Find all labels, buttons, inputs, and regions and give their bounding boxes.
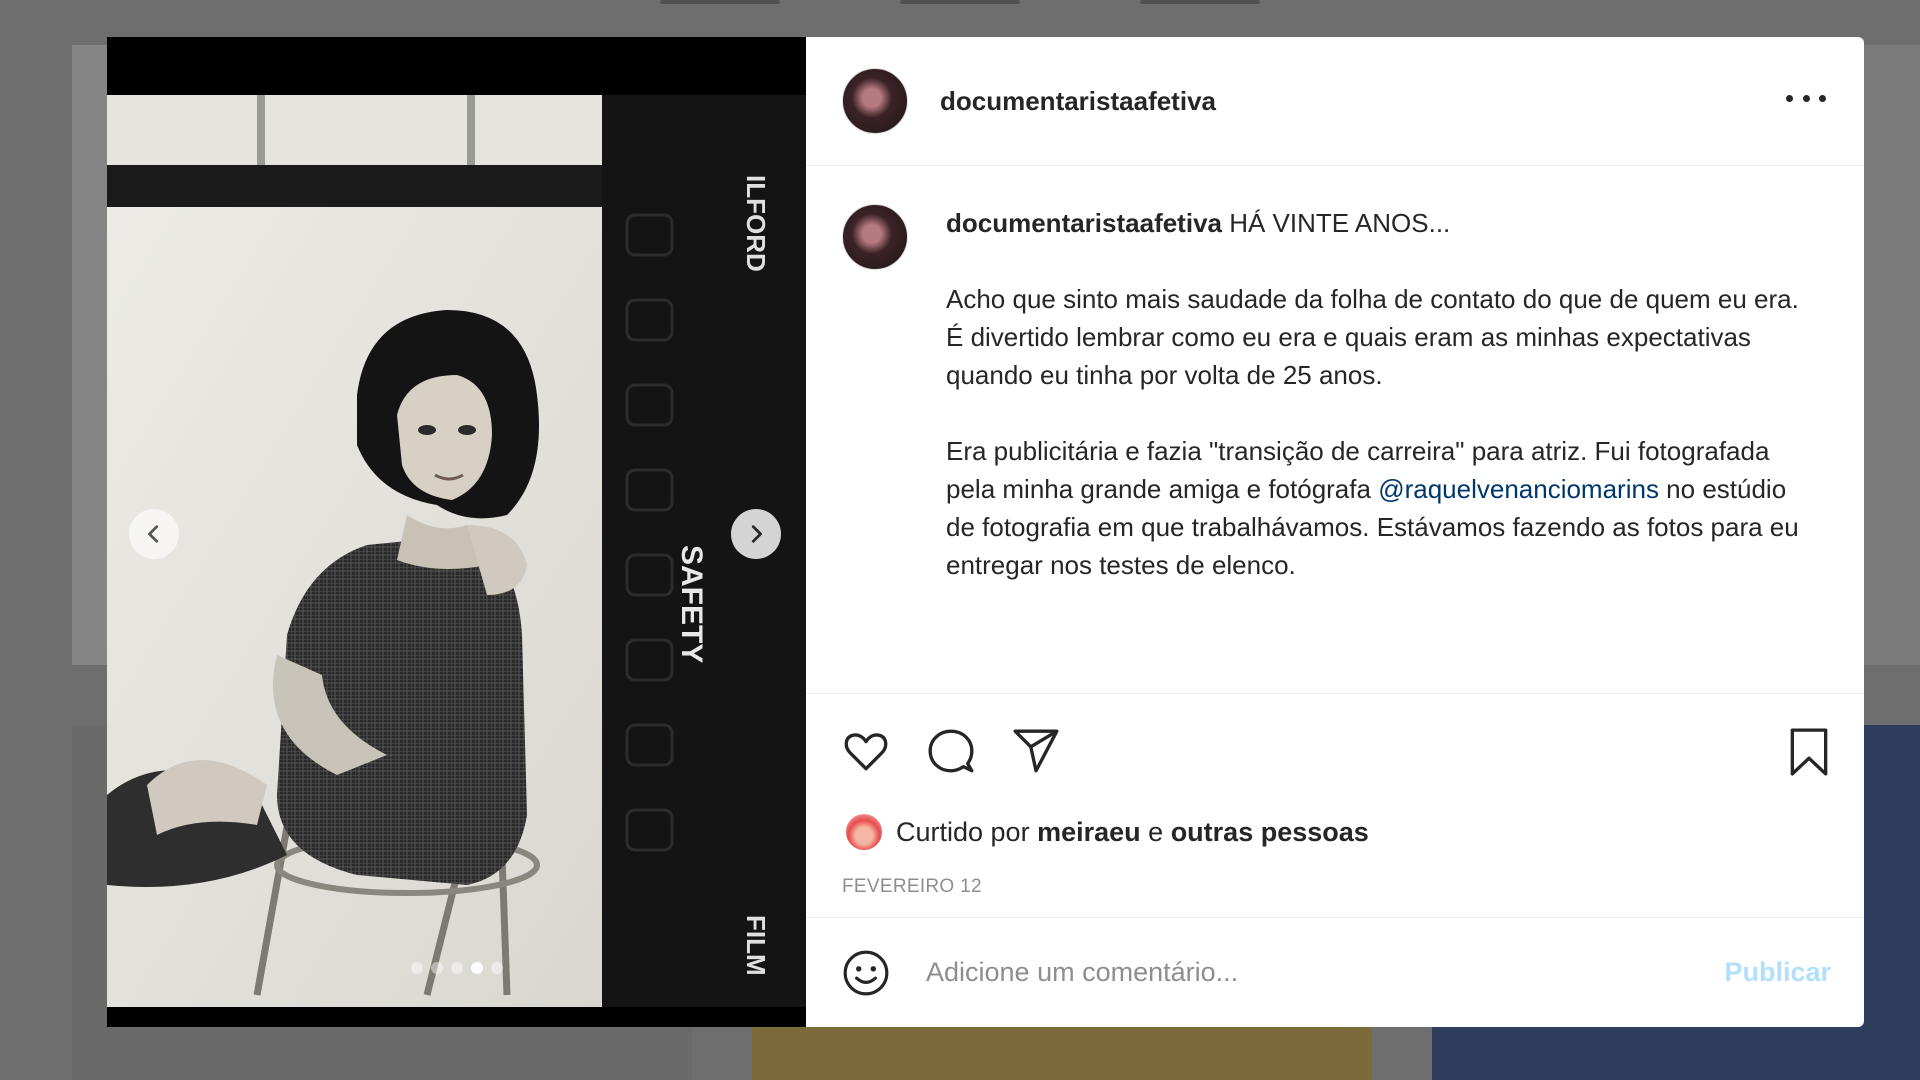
carousel-prev-button[interactable] [129,509,179,559]
publish-button[interactable]: Publicar [1724,957,1831,988]
comment-input[interactable] [926,957,1725,988]
emoji-button[interactable] [840,947,892,999]
post-details-panel: documentaristaafetiva documentaristaafet… [806,37,1864,1027]
more-options-icon [1786,94,1793,102]
background-post-tile [752,1027,1372,1080]
comment-form: Publicar [806,917,1864,1027]
carousel-dot [431,962,443,974]
chevron-right-icon [751,525,762,543]
caption-username[interactable]: documentaristaafetiva [946,208,1222,238]
profile-tabs-background [0,0,1920,14]
post-caption: documentaristaafetiva HÁ VINTE ANOS... A… [806,166,1864,693]
carousel-dot-active [471,962,483,974]
emoji-icon [843,950,889,995]
share-button[interactable] [1010,725,1062,777]
mention-link[interactable]: @raquelvenanciomarins [1378,474,1659,504]
bookmark-icon [1790,728,1828,776]
chevron-left-icon [148,525,159,543]
carousel-dot [411,962,423,974]
post-date[interactable]: FEVEREIRO 12 [806,857,1864,917]
comment-button[interactable] [925,725,977,777]
film-edge-text-top: ILFORD [741,175,771,272]
liker-username[interactable]: meiraeu [1037,817,1141,848]
post-media: ILFORD SAFETY FILM [107,37,806,1027]
save-button[interactable] [1784,726,1834,778]
caption-paragraph-1: Acho que sinto mais saudade da folha de … [946,284,1799,390]
send-icon [1013,729,1059,772]
caption-title: HÁ VINTE ANOS... [1229,208,1451,238]
carousel-dot [451,962,463,974]
more-options-button[interactable] [1786,83,1826,113]
film-edge-text-mid: SAFETY [675,545,708,663]
post-modal: ILFORD SAFETY FILM documentaristaafetiva… [107,37,1864,1027]
liker-avatar[interactable] [844,812,884,852]
caption-author-avatar[interactable] [842,204,908,270]
heart-icon [844,732,888,770]
likes-summary: Curtido por meiraeu e outras pessoas [806,807,1864,857]
post-header: documentaristaafetiva [806,37,1864,166]
caption-text: documentaristaafetiva HÁ VINTE ANOS... A… [946,204,1806,693]
film-edge-text-bottom: FILM [741,915,771,976]
post-actions [806,693,1864,807]
comment-icon [928,729,974,772]
likes-prefix: Curtido por [896,816,1030,847]
likes-middle: e [1140,816,1171,847]
contact-sheet-photo: ILFORD SAFETY FILM [107,95,806,1007]
carousel-next-button[interactable] [731,509,781,559]
post-photo: ILFORD SAFETY FILM [107,95,806,1007]
caption-paragraph-2: Era publicitária e fazia "transição de c… [946,432,1806,584]
background-tab [900,0,1020,4]
likes-others-link[interactable]: outras pessoas [1171,817,1369,848]
author-avatar[interactable] [842,68,908,134]
background-tab [660,0,780,4]
carousel-indicator [407,962,507,974]
like-button[interactable] [840,725,892,777]
background-tab [1140,0,1260,4]
carousel-dot [491,962,503,974]
background-post-tile [1860,45,1920,665]
author-username[interactable]: documentaristaafetiva [940,86,1216,117]
